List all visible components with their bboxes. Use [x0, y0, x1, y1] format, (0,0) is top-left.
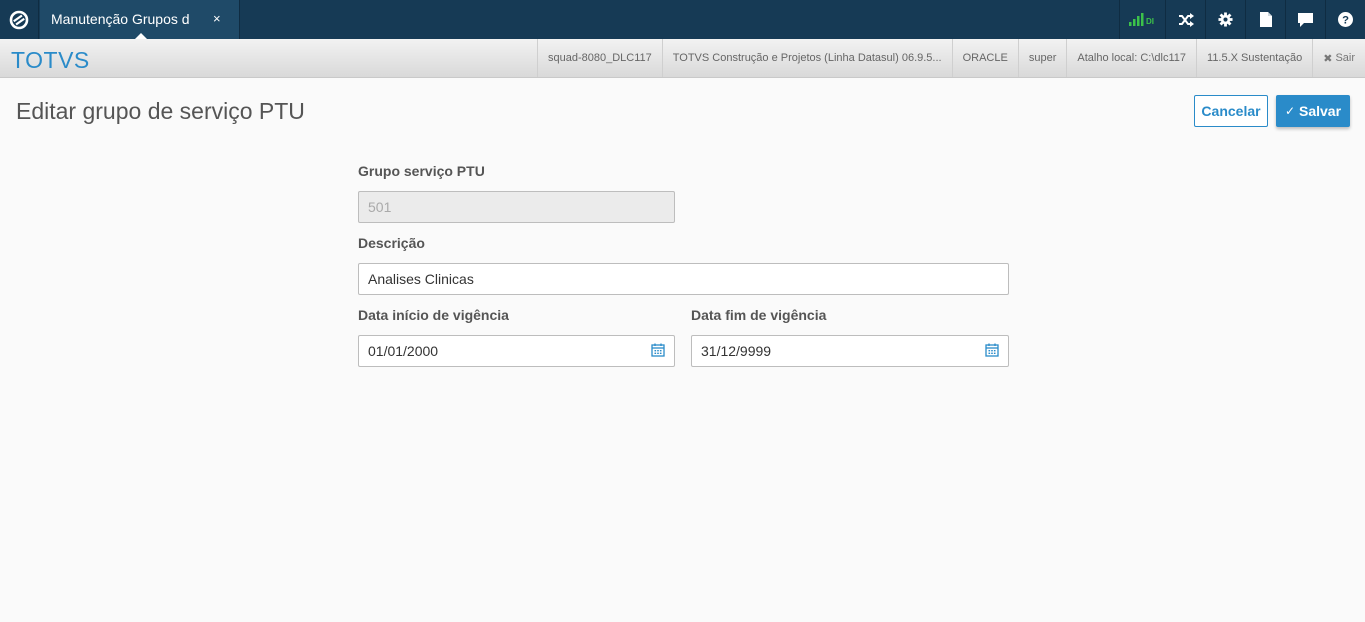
- grupo-servico-value: 501: [368, 199, 392, 215]
- data-fim-field[interactable]: 31/12/9999: [691, 335, 1009, 367]
- logout-button[interactable]: ✖ Sair: [1312, 39, 1365, 77]
- close-icon: ✖: [1323, 52, 1333, 65]
- chat-icon[interactable]: [1285, 0, 1325, 39]
- signal-label: DI: [1146, 17, 1154, 26]
- info-user: super: [1017, 39, 1067, 77]
- data-inicio-label: Data início de vigência: [358, 307, 509, 323]
- document-icon[interactable]: [1245, 0, 1285, 39]
- calendar-icon[interactable]: [651, 343, 665, 360]
- cancel-button[interactable]: Cancelar: [1194, 95, 1268, 127]
- info-server: squad-8080_DLC117: [537, 39, 662, 77]
- info-version: 11.5.X Sustentação: [1196, 39, 1312, 77]
- brand-logo: TOTVS: [11, 47, 90, 73]
- save-label: Salvar: [1299, 103, 1342, 119]
- top-bar: Manutenção Grupos d × DI ?: [0, 0, 1365, 39]
- gear-icon[interactable]: [1205, 0, 1245, 39]
- page-title: Editar grupo de serviço PTU: [16, 98, 305, 124]
- tab-manutencao-grupos[interactable]: Manutenção Grupos d ×: [40, 0, 240, 39]
- logout-label: Sair: [1335, 52, 1355, 64]
- data-fim-label: Data fim de vigência: [691, 307, 827, 323]
- data-inicio-field[interactable]: 01/01/2000: [358, 335, 675, 367]
- connection-signal-icon[interactable]: DI: [1119, 0, 1165, 39]
- descricao-field[interactable]: Analises Clinicas: [358, 263, 1009, 295]
- data-inicio-value: 01/01/2000: [368, 343, 439, 359]
- close-icon[interactable]: ×: [213, 11, 221, 26]
- info-bar: TOTVS squad-8080_DLC117 TOTVS Construção…: [0, 39, 1365, 78]
- info-database: ORACLE: [951, 39, 1018, 77]
- check-icon: ✓: [1284, 104, 1295, 118]
- tab-label: Manutenção Grupos d: [51, 11, 190, 27]
- data-fim-value: 31/12/9999: [701, 343, 772, 359]
- descricao-label: Descrição: [358, 235, 425, 251]
- svg-text:?: ?: [1342, 15, 1349, 27]
- shuffle-icon[interactable]: [1165, 0, 1205, 39]
- info-shortcut: Atalho local: C:\dlc117: [1066, 39, 1196, 77]
- info-product: TOTVS Construção e Projetos (Linha Datas…: [661, 39, 952, 77]
- calendar-icon[interactable]: [985, 343, 999, 360]
- grupo-servico-field: 501: [358, 191, 675, 223]
- descricao-value: Analises Clinicas: [368, 271, 474, 287]
- app-logo-icon[interactable]: [0, 0, 39, 39]
- grupo-servico-label: Grupo serviço PTU: [358, 163, 485, 179]
- help-icon[interactable]: ?: [1325, 0, 1365, 39]
- save-button[interactable]: ✓ Salvar: [1276, 95, 1350, 127]
